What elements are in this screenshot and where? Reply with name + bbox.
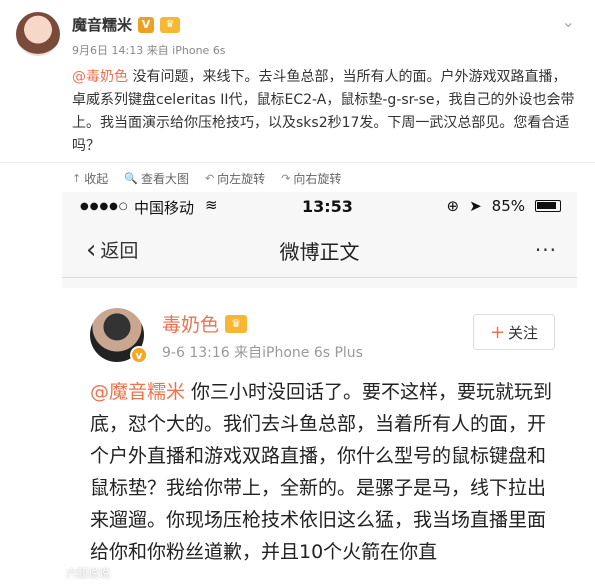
collapse-label: 收起 bbox=[84, 172, 109, 186]
weibo-detail-card: v 毒奶色 ♛ 9-6 13:16 来自iPhone 6s Plus + 关注 … bbox=[62, 288, 577, 585]
rotate-right-label: 向右旋转 bbox=[293, 172, 342, 186]
wifi-icon: ≋ bbox=[205, 196, 218, 214]
chevron-down-icon[interactable]: ⌄ bbox=[562, 12, 575, 31]
post-body: 没有问题，来线下。去斗鱼总部，当所有人的面。户外游戏双路直播，卓威系列键盘cel… bbox=[72, 69, 575, 154]
post-text: @毒奶色 没有问题，来线下。去斗鱼总部，当所有人的面。户外游戏双路直播，卓威系列… bbox=[72, 66, 577, 158]
rotate-right-icon: ↷ bbox=[281, 172, 291, 185]
battery-percent: 85% bbox=[491, 197, 525, 215]
mention-link[interactable]: @魔音糯米 bbox=[90, 381, 185, 403]
battery-icon bbox=[535, 200, 561, 212]
lock-rotation-icon: ⊕ bbox=[446, 197, 460, 215]
author-row: 毒奶色 ♛ bbox=[162, 310, 248, 337]
member-crown-icon: ♛ bbox=[225, 314, 248, 333]
mention-link[interactable]: @毒奶色 bbox=[72, 69, 128, 85]
post-text: @魔音糯米 你三小时没回话了。要不这样，要玩就玩到底，怼个大的。我们去斗鱼总部，… bbox=[90, 376, 560, 568]
verified-badge-icon: V bbox=[138, 16, 155, 33]
image-actions: ↑ 收起 🔍 查看大图 ↶ 向左旋转 ↷ 向右旋转 bbox=[72, 170, 341, 187]
more-icon[interactable]: ··· bbox=[535, 238, 557, 262]
location-icon: ➤ bbox=[469, 197, 482, 215]
follow-label: 关注 bbox=[508, 323, 539, 342]
view-large-label: 查看大图 bbox=[140, 172, 189, 186]
magnifier-icon: 🔍 bbox=[124, 172, 138, 185]
rotate-right-button[interactable]: ↷ 向右旋转 bbox=[281, 170, 341, 187]
status-right: ⊕ ➤ 85% bbox=[446, 197, 561, 215]
collapse-button[interactable]: ↑ 收起 bbox=[72, 170, 108, 187]
status-bar: ●●●●○ 中国移动 ≋ 13:53 ⊕ ➤ 85% bbox=[62, 192, 577, 222]
rotate-left-label: 向左旋转 bbox=[217, 172, 266, 186]
author-avatar[interactable] bbox=[16, 12, 60, 56]
author-name[interactable]: 魔音糯米 bbox=[72, 14, 132, 35]
view-large-button[interactable]: 🔍 查看大图 bbox=[124, 170, 189, 187]
member-crown-icon: ♛ bbox=[160, 16, 181, 33]
collapse-icon: ↑ bbox=[72, 172, 82, 185]
carrier-label: 中国移动 bbox=[134, 199, 195, 217]
weibo-post: 魔音糯米 V ♛ 9月6日 14:13 来自 iPhone 6s ⌄ @毒奶色 … bbox=[0, 0, 595, 196]
rotate-left-icon: ↶ bbox=[204, 172, 215, 185]
plus-icon: + bbox=[489, 321, 506, 343]
post-body: 你三小时没回话了。要不这样，要玩就玩到底，怼个大的。我们去斗鱼总部，当着所有人的… bbox=[90, 381, 553, 563]
divider bbox=[0, 162, 595, 163]
nav-bar: ‹ 返回 微博正文 ··· bbox=[62, 222, 577, 278]
status-time: 13:53 bbox=[302, 197, 353, 216]
post-meta: 9-6 13:16 来自iPhone 6s Plus bbox=[162, 345, 363, 361]
author-row: 魔音糯米 V ♛ bbox=[72, 14, 181, 35]
watermark: 六瓢说说 bbox=[66, 567, 110, 580]
embedded-screenshot[interactable]: ●●●●○ 中国移动 ≋ 13:53 ⊕ ➤ 85% ‹ 返回 微博正文 ···… bbox=[62, 192, 577, 585]
page-title: 微博正文 bbox=[279, 240, 360, 264]
verified-badge-icon: v bbox=[130, 346, 148, 364]
author-name[interactable]: 毒奶色 bbox=[162, 310, 219, 337]
follow-button[interactable]: + 关注 bbox=[473, 314, 555, 350]
post-meta: 9月6日 14:13 来自 iPhone 6s bbox=[72, 44, 226, 57]
signal-icon: ●●●●○ bbox=[80, 201, 129, 212]
rotate-left-button[interactable]: ↶ 向左旋转 bbox=[205, 170, 265, 187]
